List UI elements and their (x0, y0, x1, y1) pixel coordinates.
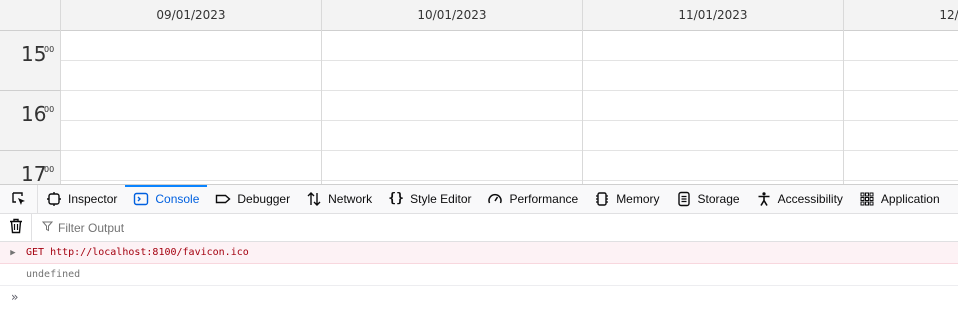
tab-label: Network (328, 192, 373, 206)
time-slot-column[interactable] (61, 91, 322, 151)
tab-label: Debugger (237, 192, 291, 206)
hour-label: 17 00 (0, 151, 61, 184)
time-slot[interactable] (61, 31, 321, 61)
time-slot[interactable] (844, 121, 958, 151)
hour-row: 16 00 (0, 91, 958, 151)
console-error-message[interactable]: ▶ GET http://localhost:8100/favicon.ico (0, 242, 958, 264)
tab-label: Storage (697, 192, 740, 206)
time-slot-column[interactable] (844, 31, 958, 91)
hour-number: 17 (21, 162, 47, 184)
network-icon (306, 191, 322, 207)
time-slot-column[interactable] (61, 31, 322, 91)
time-slot[interactable] (61, 61, 321, 91)
tab-debugger[interactable]: Debugger (207, 185, 298, 213)
application-icon (859, 191, 875, 207)
hour-label: 15 00 (0, 31, 61, 91)
tab-label: Inspector (68, 192, 118, 206)
time-slot[interactable] (61, 121, 321, 151)
calendar-body: 15 00 16 00 17 00 (0, 31, 958, 184)
hour-minutes: 00 (44, 45, 55, 54)
style-editor-icon: {} (388, 191, 404, 206)
time-slot[interactable] (322, 151, 582, 181)
calendar-corner (0, 0, 61, 31)
console-filter-bar: Filter Output (0, 213, 958, 242)
time-slot-column[interactable] (61, 151, 322, 184)
time-slot[interactable] (322, 31, 582, 61)
accessibility-icon (756, 191, 772, 207)
day-header[interactable]: 09/01/2023 (61, 0, 322, 31)
tab-performance[interactable]: Performance (479, 185, 586, 213)
calendar-view: 09/01/2023 10/01/2023 11/01/2023 12/01/2… (0, 0, 958, 184)
time-slot-column[interactable] (583, 91, 844, 151)
filter-output-input[interactable]: Filter Output (41, 220, 125, 235)
hour-row: 15 00 (0, 31, 958, 91)
tab-label: Console (155, 192, 200, 206)
hour-label: 16 00 (0, 91, 61, 151)
time-slot-column[interactable] (844, 151, 958, 184)
time-slot[interactable] (844, 61, 958, 91)
day-header[interactable]: 10/01/2023 (322, 0, 583, 31)
tab-inspector[interactable]: Inspector (38, 185, 125, 213)
tab-console[interactable]: Console (125, 185, 208, 213)
time-slot[interactable] (583, 31, 843, 61)
time-slot-column[interactable] (322, 151, 583, 184)
hour-number: 15 (21, 42, 47, 66)
filter-placeholder: Filter Output (58, 220, 125, 235)
expand-arrow-icon[interactable]: ▶ (0, 248, 26, 258)
time-slot[interactable] (583, 151, 843, 181)
time-slot[interactable] (61, 91, 321, 121)
tab-accessibility[interactable]: Accessibility (748, 185, 851, 213)
time-slot[interactable] (844, 91, 958, 121)
hour-row: 17 00 (0, 151, 958, 184)
trash-icon (9, 218, 23, 237)
clear-console-button[interactable] (0, 213, 32, 242)
time-slot[interactable] (583, 61, 843, 91)
console-icon (133, 191, 149, 207)
hour-minutes: 00 (44, 165, 55, 174)
time-slot-column[interactable] (583, 151, 844, 184)
time-slot-column[interactable] (583, 31, 844, 91)
time-slot[interactable] (583, 121, 843, 151)
element-picker-icon (11, 191, 27, 207)
filter-icon (41, 221, 54, 235)
tab-label: Style Editor (410, 192, 472, 206)
tab-label: Performance (509, 192, 579, 206)
time-slot-column[interactable] (322, 91, 583, 151)
tab-style-editor[interactable]: {} Style Editor (380, 185, 479, 213)
time-slot-column[interactable] (844, 91, 958, 151)
performance-icon (487, 191, 503, 207)
time-slot[interactable] (322, 121, 582, 151)
devtools-panel: Inspector Console Debugger Network {} St… (0, 184, 958, 322)
element-picker-button[interactable] (0, 185, 38, 213)
console-prompt-icon: » (11, 290, 19, 304)
console-log-message: undefined (0, 264, 958, 286)
time-slot-column[interactable] (322, 31, 583, 91)
tab-label: Memory (616, 192, 660, 206)
devtools-toolbar: Inspector Console Debugger Network {} St… (0, 185, 958, 214)
debugger-icon (215, 191, 231, 207)
tab-network[interactable]: Network (298, 185, 380, 213)
memory-icon (594, 191, 610, 207)
time-slot[interactable] (322, 91, 582, 121)
inspector-icon (46, 191, 62, 207)
error-message-text: GET http://localhost:8100/favicon.ico (26, 247, 249, 258)
console-input[interactable]: » (0, 286, 958, 308)
calendar-header: 09/01/2023 10/01/2023 11/01/2023 12/01/2… (0, 0, 958, 31)
tab-label: Accessibility (777, 192, 843, 206)
time-slot[interactable] (61, 151, 321, 181)
time-slot[interactable] (322, 61, 582, 91)
time-slot[interactable] (583, 91, 843, 121)
tab-storage[interactable]: Storage (668, 185, 748, 213)
storage-icon (676, 191, 692, 207)
tab-label: Application (880, 192, 940, 206)
log-message-text: undefined (26, 269, 81, 280)
hour-minutes: 00 (44, 105, 55, 114)
tab-memory[interactable]: Memory (586, 185, 667, 213)
day-header[interactable]: 11/01/2023 (583, 0, 844, 31)
hour-number: 16 (21, 102, 47, 126)
tab-application[interactable]: Application (851, 185, 948, 213)
time-slot[interactable] (844, 31, 958, 61)
time-slot[interactable] (844, 151, 958, 181)
day-header[interactable]: 12/01/2023 (844, 0, 958, 31)
